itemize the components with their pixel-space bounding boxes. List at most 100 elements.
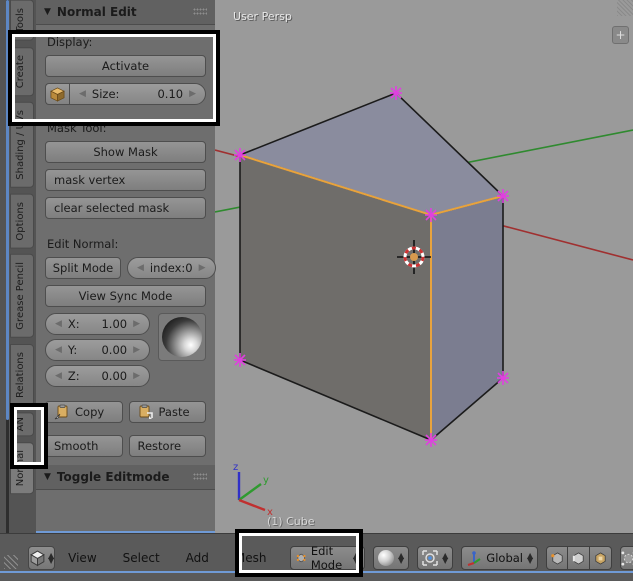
sidebar-tab-normal[interactable]: Normal <box>10 442 34 495</box>
decrement-arrow-icon[interactable]: ◀ <box>137 263 144 273</box>
activate-button[interactable]: Activate <box>45 55 206 77</box>
sidebar-tab-relations[interactable]: Relations <box>10 343 34 406</box>
increment-arrow-icon[interactable]: ▶ <box>189 89 196 99</box>
size-number-field[interactable]: ◀ Size: 0.10 ▶ <box>69 83 206 105</box>
copy-button[interactable]: Copy <box>45 401 123 423</box>
mask-tool-section-label: Mask Tool: <box>47 121 107 135</box>
face-select-mode-button[interactable] <box>590 546 613 570</box>
viewport-resize-corner[interactable] <box>617 0 633 16</box>
menu-select[interactable]: Select <box>110 551 173 565</box>
panel-normal-edit-body: Display: Activate ◀ Size: 0.10 ▶ Mask To… <box>36 25 216 473</box>
split-mode-row: Split Mode ◀ index: 0 ▶ <box>45 257 216 285</box>
viewport-shading-selector[interactable]: ▲ ▼ <box>372 546 410 570</box>
menu-add[interactable]: Add <box>173 551 222 565</box>
vertex-select-mode-button[interactable] <box>546 546 569 570</box>
sidebar-tab-grease-pencil[interactable]: Grease Pencil <box>10 254 34 338</box>
editor-type-icon <box>30 550 45 566</box>
view-sync-mode-button[interactable]: View Sync Mode <box>45 285 206 307</box>
panel-title: Normal Edit <box>56 5 137 19</box>
menu-mesh[interactable]: Mesh <box>222 551 280 565</box>
size-label: Size: <box>91 87 120 101</box>
panel-toggle-editmode: ▼ Toggle Editmode <box>36 465 215 533</box>
transform-orientation-selector[interactable]: Global ▲ ▼ <box>461 546 539 570</box>
panel-toggle-editmode-header[interactable]: ▼ Toggle Editmode <box>36 465 215 490</box>
increment-arrow-icon[interactable]: ▶ <box>199 263 206 273</box>
sidebar-tab-an[interactable]: AN <box>10 411 34 437</box>
normal-y-field[interactable]: ◀ Y: 0.00 ▶ <box>45 339 150 361</box>
sidebar-tab-shading-uvs[interactable]: Shading / UVs <box>10 101 34 188</box>
paste-button[interactable]: Paste <box>128 401 206 423</box>
normal-x-label: X: <box>67 317 80 331</box>
chevron-down-icon: ▼ <box>44 472 51 482</box>
normal-x-value: 1.00 <box>101 317 128 331</box>
viewport-object-name: (1) Cube <box>267 515 315 528</box>
chevron-updown-icon[interactable]: ▲ ▼ <box>527 552 533 565</box>
restore-button[interactable]: Restore <box>128 435 206 457</box>
decrement-arrow-icon[interactable]: ◀ <box>79 89 86 99</box>
edge-select-mode-button[interactable] <box>568 546 591 570</box>
normal-vector-row: ◀ X: 1.00 ▶ ◀ Y: 0.00 ▶ ◀ Z: 0.00 ▶ <box>45 313 206 391</box>
pivot-median-point-icon <box>422 550 438 566</box>
normal-direction-preview[interactable] <box>158 313 206 361</box>
sidebar-tab-create[interactable]: Create <box>10 46 34 96</box>
pivot-point-selector[interactable]: ▲ ▼ <box>417 546 454 570</box>
increment-arrow-icon[interactable]: ▶ <box>133 371 140 381</box>
limit-selection-visible-button[interactable] <box>620 546 633 570</box>
sidebar-tab-tools[interactable]: Tools <box>10 0 34 41</box>
decrement-arrow-icon[interactable]: ◀ <box>55 319 62 329</box>
panel-grip-icon[interactable] <box>193 8 207 16</box>
shading-sphere-icon <box>377 550 394 566</box>
increment-arrow-icon[interactable]: ▶ <box>133 319 140 329</box>
normal-y-label: Y: <box>67 343 78 357</box>
cube-icon[interactable] <box>45 83 69 105</box>
copy-icon <box>54 404 70 420</box>
interaction-mode-label: Edit Mode <box>310 544 343 572</box>
shelf-tab-list: Tools Create Shading / UVs Options Greas… <box>10 0 34 500</box>
header-accent-line <box>0 571 633 573</box>
interaction-mode-selector[interactable]: Edit Mode ▲ ▼ <box>289 544 365 572</box>
mask-vertex-button[interactable]: mask vertex <box>45 169 206 191</box>
panel-normal-edit-header[interactable]: ▼ Normal Edit <box>36 0 215 25</box>
chevron-down-icon: ▼ <box>44 7 51 17</box>
normal-x-field[interactable]: ◀ X: 1.00 ▶ <box>45 313 150 335</box>
editor-type-selector[interactable]: ▲ ▼ <box>28 546 56 570</box>
index-value: 0 <box>185 261 193 275</box>
viewport-add-panel-button[interactable]: + <box>612 26 629 44</box>
viewport-scene: z y x <box>215 86 633 518</box>
shelf-scrollbar-thumb[interactable] <box>6 0 9 420</box>
svg-text:z: z <box>233 462 238 473</box>
chevron-updown-icon[interactable]: ▲ ▼ <box>398 552 404 565</box>
decrement-arrow-icon[interactable]: ◀ <box>55 371 62 381</box>
tool-shelf: Tools Create Shading / UVs Options Greas… <box>0 0 216 533</box>
index-label: index: <box>149 261 186 275</box>
clear-selected-mask-button[interactable]: clear selected mask <box>45 197 206 219</box>
svg-text:y: y <box>263 475 269 486</box>
decrement-arrow-icon[interactable]: ◀ <box>55 345 62 355</box>
edit-normal-section-label: Edit Normal: <box>47 237 119 251</box>
edit-mode-icon <box>296 553 306 563</box>
increment-arrow-icon[interactable]: ▶ <box>133 345 140 355</box>
panel-normal-edit: ▼ Normal Edit Display: Activate ◀ Size: … <box>36 0 216 473</box>
smooth-button[interactable]: Smooth <box>45 435 123 457</box>
display-section-label: Display: <box>47 35 93 49</box>
paste-label: Paste <box>158 405 190 419</box>
viewport-3d[interactable]: z y x User Persp (1) Cube + <box>215 0 633 533</box>
mesh-select-mode-group <box>546 546 613 570</box>
chevron-updown-icon[interactable]: ▲ ▼ <box>48 552 54 565</box>
viewport-perspective-label: User Persp <box>233 10 292 23</box>
blender-window: z y x User Persp (1) Cube + Tools Create… <box>0 0 633 581</box>
menu-view[interactable]: View <box>55 551 109 565</box>
sidebar-tab-options[interactable]: Options <box>10 193 34 249</box>
normal-y-value: 0.00 <box>101 343 128 357</box>
chevron-updown-icon[interactable]: ▲ ▼ <box>353 552 359 565</box>
size-field-row[interactable]: ◀ Size: 0.10 ▶ <box>45 83 206 105</box>
show-mask-button[interactable]: Show Mask <box>45 141 206 163</box>
split-mode-button[interactable]: Split Mode <box>45 257 121 279</box>
index-number-field[interactable]: ◀ index: 0 ▶ <box>127 257 216 279</box>
panel-grip-icon[interactable] <box>193 473 207 481</box>
transform-orientation-label: Global <box>486 551 523 565</box>
paste-icon <box>138 404 154 420</box>
normal-z-field[interactable]: ◀ Z: 0.00 ▶ <box>45 365 150 387</box>
chevron-updown-icon[interactable]: ▲ ▼ <box>442 552 448 565</box>
normal-sphere-widget[interactable] <box>162 317 202 357</box>
